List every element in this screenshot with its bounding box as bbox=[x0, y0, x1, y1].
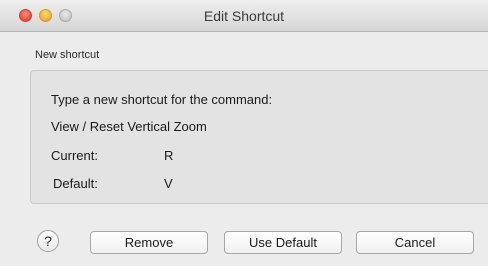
instruction-text: Type a new shortcut for the command: bbox=[51, 92, 273, 107]
use-default-button[interactable]: Use Default bbox=[224, 231, 342, 254]
cancel-button[interactable]: Cancel bbox=[356, 231, 474, 254]
window-title: Edit Shortcut bbox=[203, 8, 285, 24]
help-button[interactable]: ? bbox=[37, 230, 59, 252]
new-shortcut-group bbox=[30, 70, 488, 204]
edit-shortcut-dialog: Edit Shortcut New shortcut Type a new sh… bbox=[0, 0, 488, 266]
default-shortcut-value: V bbox=[164, 176, 173, 191]
default-label: Default: bbox=[53, 176, 98, 191]
remove-button[interactable]: Remove bbox=[90, 231, 208, 254]
group-label: New shortcut bbox=[35, 49, 100, 61]
current-label: Current: bbox=[51, 148, 98, 163]
current-shortcut-value: R bbox=[164, 148, 174, 163]
command-name: View / Reset Vertical Zoom bbox=[51, 119, 207, 134]
title-bar[interactable]: Edit Shortcut bbox=[0, 0, 488, 32]
